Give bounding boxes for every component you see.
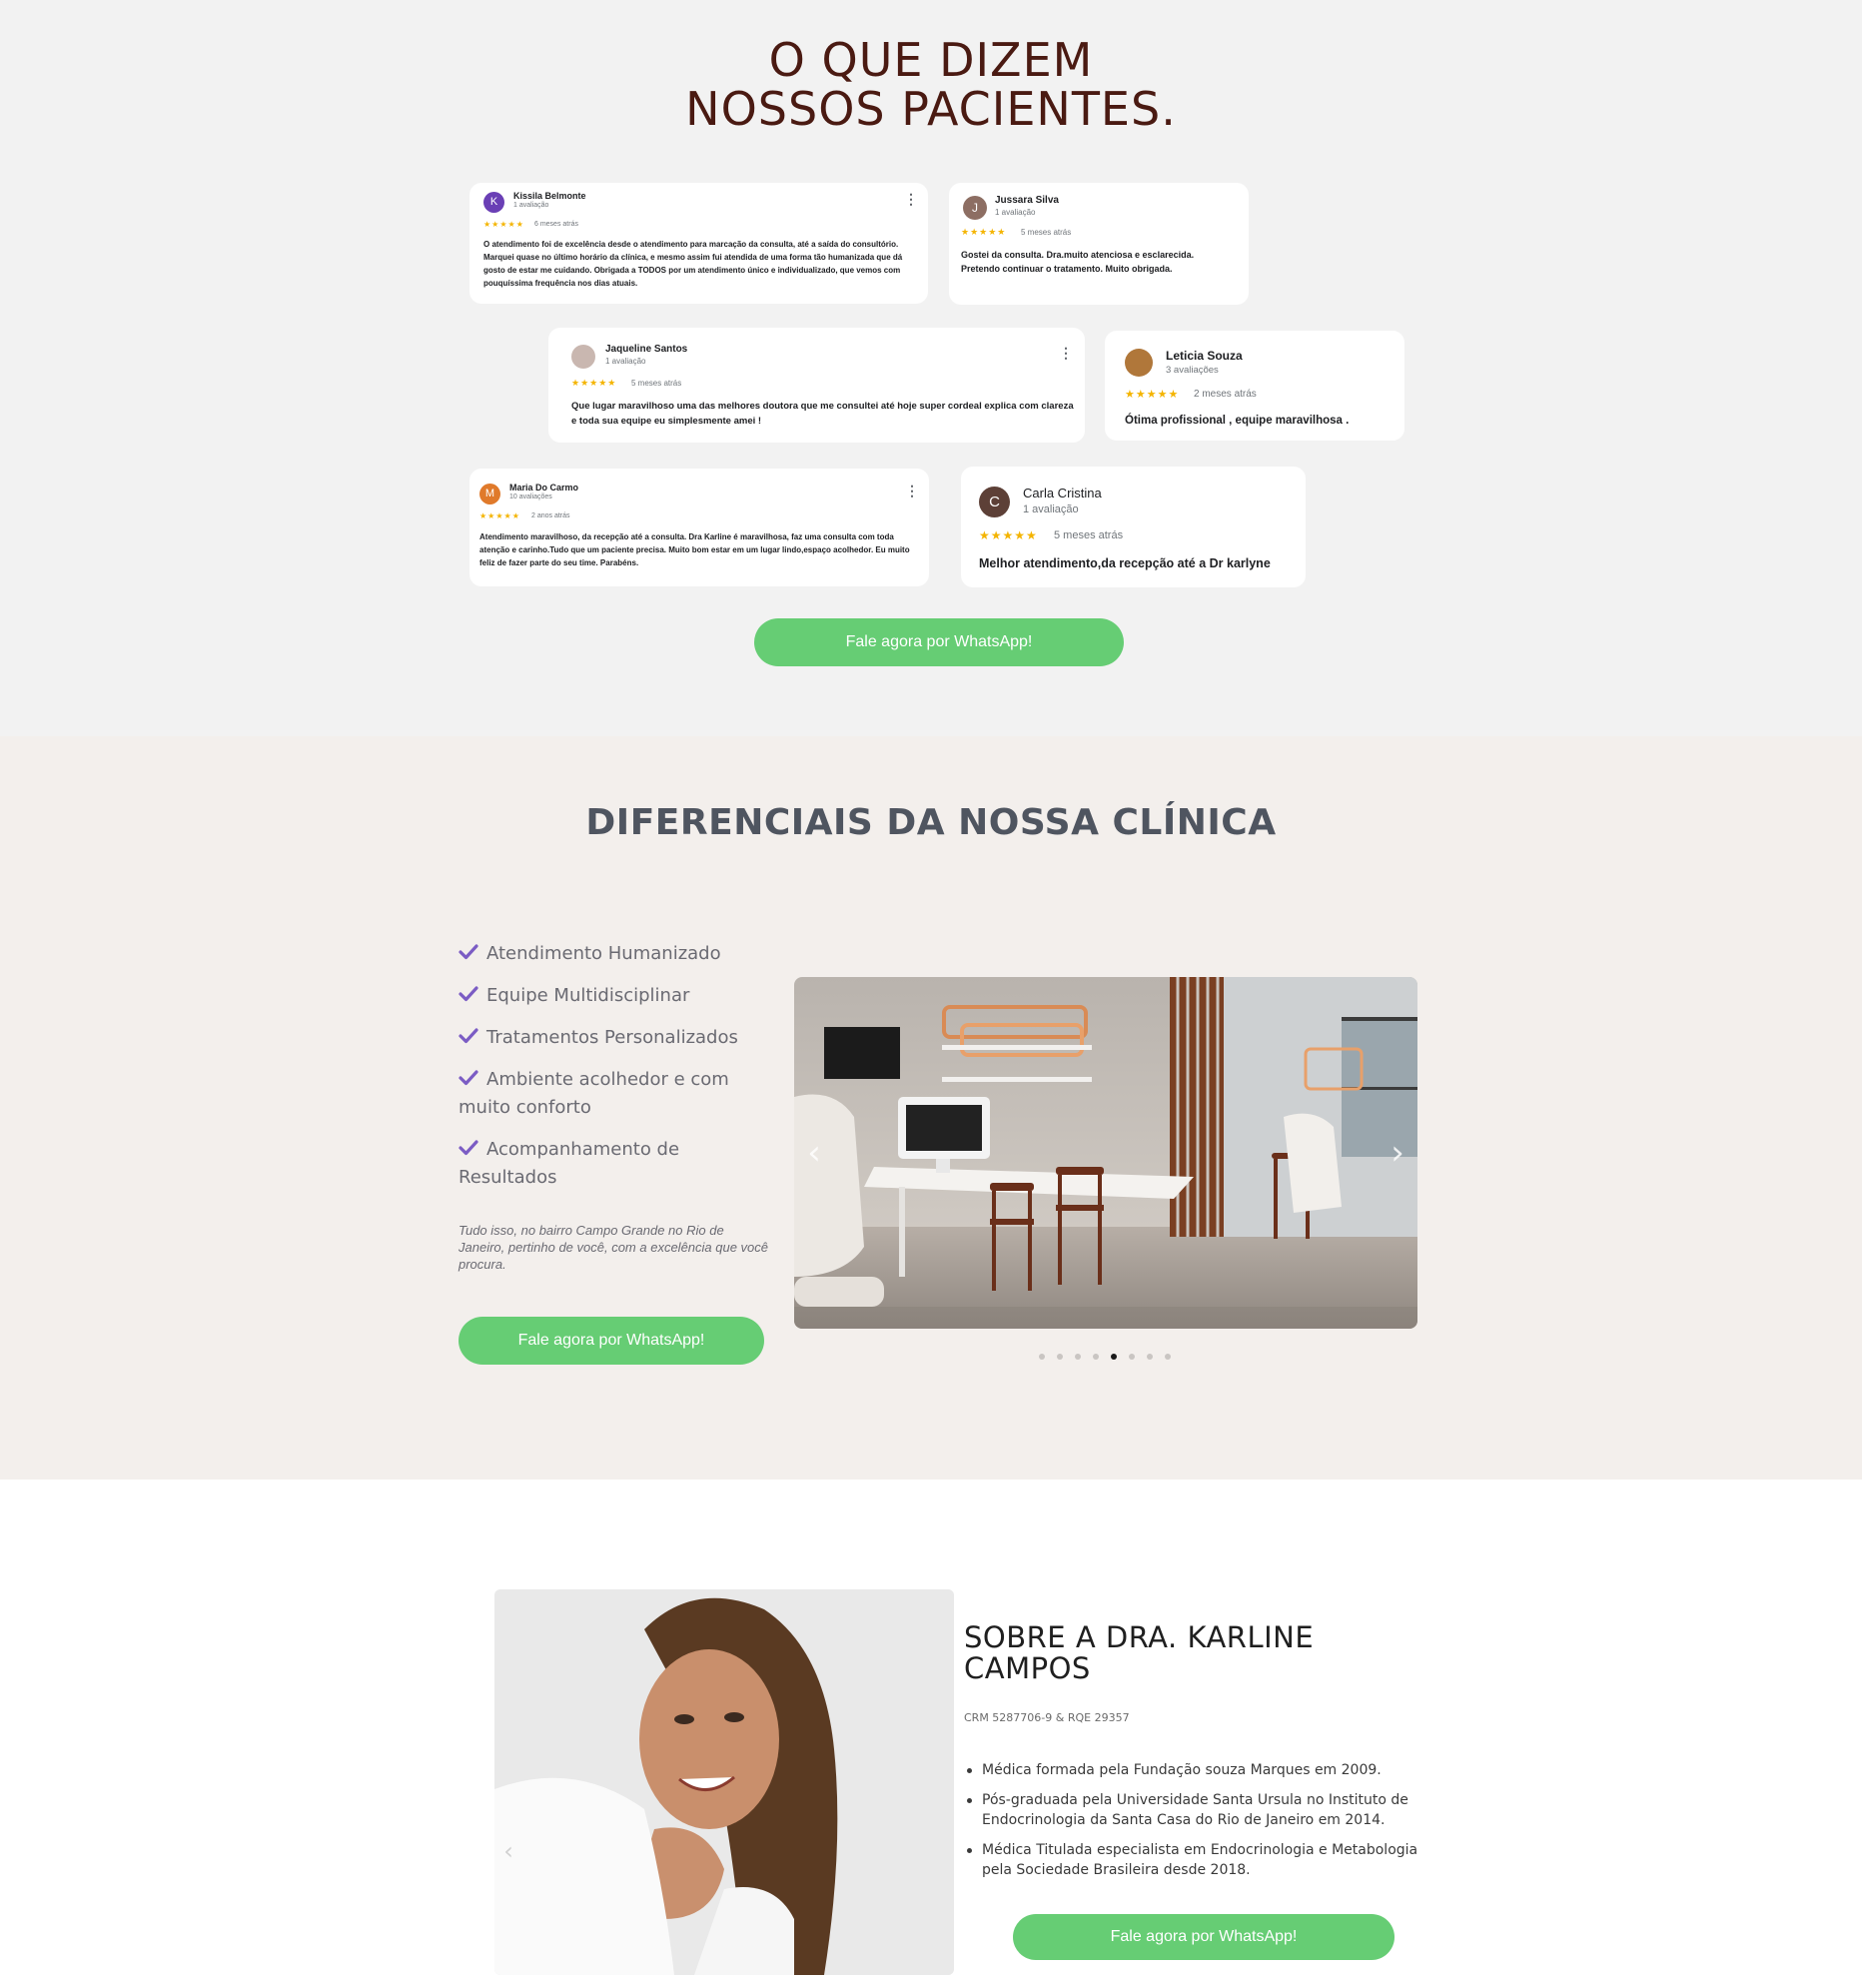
review-date: 5 meses atrás bbox=[1054, 529, 1124, 541]
review-card: Jaqueline Santos 1 avaliação ★★★★★ 5 mes… bbox=[548, 328, 1085, 443]
carousel-dot[interactable] bbox=[1093, 1354, 1099, 1360]
review-card: Leticia Souza 3 avaliações ★★★★★ 2 meses… bbox=[1105, 331, 1404, 441]
credentials-list: Médica formada pela Fundação souza Marqu… bbox=[964, 1760, 1433, 1890]
list-item: Acompanhamento de Resultados bbox=[459, 1139, 680, 1188]
avatar bbox=[1125, 349, 1153, 377]
list-item: Médica formada pela Fundação souza Marqu… bbox=[964, 1760, 1433, 1780]
doctor-portrait-image bbox=[494, 1589, 954, 1975]
review-text: Ótima profissional , equipe maravilhosa … bbox=[1125, 415, 1350, 427]
whatsapp-button[interactable]: Fale agora por WhatsApp! bbox=[754, 618, 1124, 666]
carousel-next-button[interactable]: › bbox=[1386, 1136, 1409, 1170]
review-date: 5 meses atrás bbox=[1021, 228, 1072, 237]
reviewer-name: Maria Do Carmo bbox=[509, 483, 579, 493]
carousel-dot[interactable] bbox=[1039, 1354, 1045, 1360]
reviewer-name: Jaqueline Santos bbox=[605, 344, 688, 355]
list-item: Ambiente acolhedor e com muito conforto bbox=[459, 1069, 729, 1118]
avatar: K bbox=[483, 192, 504, 213]
reviewer-name: Jussara Silva bbox=[995, 195, 1059, 206]
review-text: O atendimento foi de excelência desde o … bbox=[483, 240, 903, 288]
testimonials-section: O QUE DIZEM NOSSOS PACIENTES. K Kissila … bbox=[0, 0, 1862, 736]
more-options-icon[interactable]: ⋮ bbox=[905, 483, 919, 499]
review-count: 1 avaliação bbox=[1023, 503, 1079, 515]
star-rating: ★★★★★ bbox=[961, 227, 1007, 237]
review-text: Gostei da consulta. Dra.muito atenciosa … bbox=[961, 250, 1195, 274]
carousel-dot[interactable] bbox=[1057, 1354, 1063, 1360]
review-date: 6 meses atrás bbox=[534, 221, 578, 228]
carousel-dot[interactable] bbox=[1129, 1354, 1135, 1360]
list-item: Atendimento Humanizado bbox=[459, 940, 778, 968]
star-rating: ★★★★★ bbox=[571, 378, 617, 388]
about-section: ‹ SOBRE A DRA. KARLINE CAMPOS CRM 528770… bbox=[0, 1480, 1862, 1988]
reviewer-name: Kissila Belmonte bbox=[513, 191, 586, 201]
crm-registration: CRM 5287706-9 & RQE 29357 bbox=[964, 1711, 1130, 1724]
avatar: C bbox=[979, 487, 1010, 517]
avatar bbox=[571, 345, 595, 369]
check-icon bbox=[459, 944, 478, 960]
review-date: 2 anos atrás bbox=[531, 512, 570, 519]
avatar: J bbox=[963, 196, 987, 220]
more-options-icon[interactable]: ⋮ bbox=[904, 191, 918, 208]
review-count: 10 avaliações bbox=[509, 494, 552, 500]
review-card: K Kissila Belmonte 1 avaliação ★★★★★ 6 m… bbox=[469, 183, 928, 304]
review-text: Que lugar maravilhoso uma das melhores d… bbox=[571, 401, 1074, 427]
carousel-dot-active[interactable] bbox=[1111, 1354, 1117, 1360]
carousel-pagination bbox=[1039, 1345, 1183, 1360]
star-rating: ★★★★★ bbox=[979, 528, 1038, 542]
review-card: M Maria Do Carmo 10 avaliações ★★★★★ 2 a… bbox=[469, 469, 929, 586]
differentials-section: DIFERENCIAIS DA NOSSA CLÍNICA Atendiment… bbox=[0, 736, 1862, 1480]
review-card: C Carla Cristina 1 avaliação ★★★★★ 5 mes… bbox=[961, 467, 1306, 587]
check-icon bbox=[459, 986, 478, 1002]
carousel-prev-button[interactable]: ‹ bbox=[802, 1136, 826, 1170]
review-count: 1 avaliação bbox=[995, 208, 1036, 217]
list-item: Médica Titulada especialista em Endocrin… bbox=[964, 1840, 1433, 1880]
clinic-photo-carousel[interactable]: ‹ › bbox=[794, 977, 1417, 1329]
location-note: Tudo isso, no bairro Campo Grande no Rio… bbox=[459, 1223, 769, 1272]
check-icon bbox=[459, 1070, 478, 1086]
differentials-title: DIFERENCIAIS DA NOSSA CLÍNICA bbox=[585, 802, 1277, 843]
whatsapp-button[interactable]: Fale agora por WhatsApp! bbox=[459, 1317, 764, 1365]
review-text: Atendimento maravilhoso, da recepção até… bbox=[479, 532, 910, 567]
review-date: 5 meses atrás bbox=[631, 379, 682, 388]
review-card: J Jussara Silva 1 avaliação ★★★★★ 5 mese… bbox=[949, 183, 1249, 305]
review-count: 1 avaliação bbox=[513, 202, 549, 209]
star-rating: ★★★★★ bbox=[483, 220, 524, 229]
doctor-photo: ‹ bbox=[494, 1589, 954, 1975]
carousel-dot[interactable] bbox=[1165, 1354, 1171, 1360]
reviewer-name: Leticia Souza bbox=[1166, 349, 1243, 363]
photo-prev-button[interactable]: ‹ bbox=[496, 1835, 520, 1867]
carousel-dot[interactable] bbox=[1075, 1354, 1081, 1360]
star-rating: ★★★★★ bbox=[1125, 389, 1180, 401]
avatar: M bbox=[479, 484, 500, 504]
check-icon bbox=[459, 1140, 478, 1156]
review-date: 2 meses atrás bbox=[1194, 389, 1257, 400]
testimonials-title: O QUE DIZEM NOSSOS PACIENTES. bbox=[685, 33, 1177, 136]
whatsapp-button[interactable]: Fale agora por WhatsApp! bbox=[1013, 1914, 1395, 1960]
about-title: SOBRE A DRA. KARLINE CAMPOS bbox=[964, 1620, 1315, 1685]
reviewer-name: Carla Cristina bbox=[1023, 486, 1102, 500]
clinic-office-image bbox=[794, 977, 1417, 1329]
carousel-dot[interactable] bbox=[1147, 1354, 1153, 1360]
list-item: Pós-graduada pela Universidade Santa Urs… bbox=[964, 1790, 1433, 1830]
star-rating: ★★★★★ bbox=[479, 511, 520, 520]
check-icon bbox=[459, 1028, 478, 1044]
review-text: Melhor atendimento,da recepção até a Dr … bbox=[979, 556, 1271, 570]
review-count: 3 avaliações bbox=[1166, 365, 1219, 376]
differentials-list: Atendimento Humanizado Equipe Multidisci… bbox=[459, 940, 778, 1206]
list-item: Tratamentos Personalizados bbox=[459, 1024, 778, 1052]
review-count: 1 avaliação bbox=[605, 357, 646, 366]
more-options-icon[interactable]: ⋮ bbox=[1059, 345, 1073, 362]
list-item: Equipe Multidisciplinar bbox=[459, 982, 778, 1010]
